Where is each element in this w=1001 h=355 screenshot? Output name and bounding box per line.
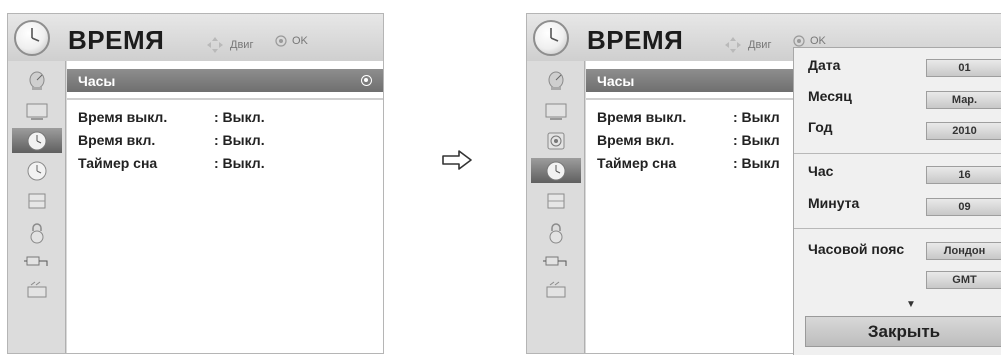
dpad-icon [207,37,223,53]
menu-item-clock-label: Часы [597,73,635,89]
ok-hint: OK [275,35,308,47]
chevron-down-icon[interactable]: ▼ [906,299,916,310]
menu-item-sleep-timer-value: : Выкл. [214,155,265,171]
speaker-icon[interactable] [531,128,581,153]
ok-hint: OK [793,35,826,47]
clock-icon [14,20,50,56]
category-sidebar [8,61,66,353]
clock-icon[interactable] [531,158,581,183]
timezone-city-field[interactable]: Лондон [926,242,1001,260]
satellite-dish-icon[interactable] [12,68,62,93]
menu-content: Часы Время выкл. : Выкл. Время вкл. : Вы… [67,61,383,353]
divider [67,98,383,100]
close-button[interactable]: Закрыть [805,316,1001,347]
keyboard-icon[interactable] [531,278,581,303]
selected-radio-icon [361,75,372,86]
arrow-right-icon [442,150,472,170]
satellite-dish-icon[interactable] [531,68,581,93]
padlock-icon[interactable] [12,220,62,245]
keyboard-icon[interactable] [12,278,62,303]
date-label: Дата [808,57,841,73]
timezone-offset-field[interactable]: GMT [926,271,1001,289]
minute-label: Минута [808,195,860,211]
month-label: Месяц [808,88,852,104]
parental-lock-icon[interactable] [12,188,62,213]
menu-item-sleep-timer-label[interactable]: Таймер сна [597,155,676,171]
category-sidebar [527,61,585,353]
move-hint-label: Двиг [230,39,254,51]
move-hint-label: Двиг [748,39,772,51]
menu-item-clock-label: Часы [78,73,116,89]
parental-lock-icon[interactable] [531,188,581,213]
monitor-icon[interactable] [531,98,581,123]
menu-item-off-time-value: : Выкл [733,109,780,125]
popup-divider [794,228,1001,229]
menu-item-on-time-value: : Выкл [733,132,780,148]
popup-divider [794,153,1001,154]
menu-item-off-time-label[interactable]: Время выкл. [78,109,167,125]
year-label: Год [808,119,833,135]
menu-item-on-time-label[interactable]: Время вкл. [78,132,155,148]
menu-title: ВРЕМЯ [587,25,684,55]
month-field[interactable]: Мар. [926,91,1001,109]
time-menu-screen-before: ВРЕМЯ Двиг OK Часы Время выкл.: Выкл. В… [7,13,384,354]
menu-item-off-time-value: : Выкл. [214,109,265,125]
menu-item-sleep-timer-label[interactable]: Таймер сна [78,155,157,171]
minute-field[interactable]: 09 [926,198,1001,216]
clock-icon[interactable] [12,158,62,183]
menu-header: ВРЕМЯ Двиг OK [8,14,383,61]
dpad-icon [725,37,741,53]
hour-label: Час [808,163,834,179]
clock-icon [533,20,569,56]
menu-item-off-time-label[interactable]: Время выкл. [597,109,686,125]
input-plug-icon[interactable] [12,248,62,273]
clock-settings-popup: Дата 01 Месяц Мар. Год 2010 Час 16 Минут… [793,47,1001,355]
year-field[interactable]: 2010 [926,122,1001,140]
ok-hint-label: OK [810,35,826,47]
hour-field[interactable]: 16 [926,166,1001,184]
clock-icon[interactable] [12,128,62,153]
ok-button-icon [793,35,805,47]
menu-item-on-time-label[interactable]: Время вкл. [597,132,674,148]
timezone-label: Часовой пояс [808,241,905,257]
ok-hint-label: OK [292,35,308,47]
date-field[interactable]: 01 [926,59,1001,77]
ok-button-icon [275,35,287,47]
padlock-icon[interactable] [531,220,581,245]
monitor-icon[interactable] [12,98,62,123]
menu-item-on-time-value: : Выкл. [214,132,265,148]
move-hint: Двиг [723,35,771,55]
input-plug-icon[interactable] [531,248,581,273]
menu-item-clock[interactable]: Часы [67,69,383,92]
menu-title: ВРЕМЯ [68,25,165,55]
move-hint: Двиг [205,35,253,55]
menu-item-sleep-timer-value: : Выкл [733,155,780,171]
